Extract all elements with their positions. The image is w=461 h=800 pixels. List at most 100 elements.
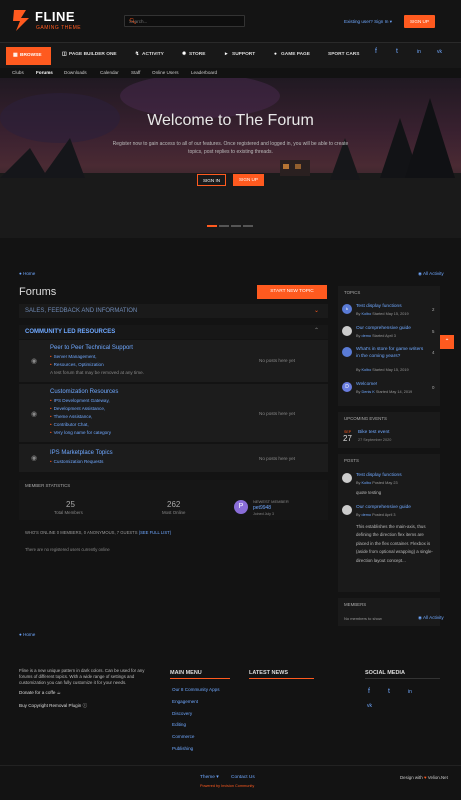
subnav-online-users[interactable]: Online Users [152,70,179,75]
post-title[interactable]: Our comprehensive guide [356,505,411,510]
subnav-forums[interactable]: Forums [36,70,53,75]
facebook-icon[interactable]: f [368,688,370,695]
heart-icon: ♥ [423,775,427,780]
pulse-icon: ↯ [135,52,140,57]
linkedin-icon[interactable]: in [417,49,421,55]
by-label: By [356,368,361,372]
nav-store[interactable]: ✹ STORE [182,52,205,57]
subforum-link[interactable]: • Server Management, [50,354,97,359]
topic-author[interactable]: Kolbo [362,368,372,372]
subnav-downloads[interactable]: Downloads [64,70,87,75]
post-author[interactable]: Kolbo [362,481,372,485]
post-author[interactable]: demo [362,513,372,517]
subforum-label: Customization Requests [53,459,104,464]
all-activity-link-bottom[interactable]: ◉ All Activity [418,615,444,621]
contact-us-link[interactable]: Contact Us [231,775,255,780]
theme-selector[interactable]: Theme ▾ [200,775,219,780]
brand-name[interactable]: FLINE [35,9,75,24]
topic-title[interactable]: What's in store for game writers in the … [356,347,424,360]
post-title[interactable]: Test display functions [356,473,402,478]
subforum-link[interactable]: • IPS Development Gateway, [50,398,110,403]
facebook-icon[interactable]: f [375,48,377,55]
subforum-link[interactable]: • Theme Assistance, [50,414,92,419]
search-input[interactable]: Search... 🔍︎ [124,15,245,27]
subforum-link[interactable]: • Resources, Optimization [50,362,104,367]
topic-item[interactable]: Our comprehensive guide By demo Started … [342,325,436,345]
avatar[interactable]: P [234,500,248,514]
footer-link[interactable]: Our 8 Community Apps [172,687,220,692]
subnav-clubs[interactable]: Clubs [12,70,24,75]
scroll-top-button[interactable]: ⌃ [440,335,454,349]
nav-activity[interactable]: ↯ ACTIVITY [135,52,164,57]
category-title: COMMUNITY LED RESOURCES [25,329,116,335]
topic-title[interactable]: Our comprehensive guide [356,326,411,331]
bullet: • [50,362,52,367]
forum-title[interactable]: Customization Resources [50,389,118,395]
subforum-link[interactable]: • Contributor Chat, [50,422,89,427]
see-full-list-link[interactable]: (SEE FULL LIST) [139,530,171,535]
forum-title[interactable]: Peer to Peer Technical Support [50,345,133,351]
event-title[interactable]: Bike test event [358,430,389,435]
footer-link[interactable]: Discovery [172,711,192,716]
topic-author[interactable]: Kolbo [362,312,372,316]
donate-link[interactable]: Donate for a coffe ☕︎ [19,690,61,696]
nav-browse[interactable]: ▦ BROWSE [6,47,51,65]
slider-dot[interactable] [243,225,253,227]
topic-item[interactable]: What's in store for game writers in the … [342,346,436,376]
topic-title[interactable]: Test display functions [356,304,402,309]
avatar [342,326,352,336]
category-sales-feedback[interactable]: SALES, FEEDBACK AND INFORMATION ⌄ [19,304,328,318]
topic-item[interactable]: k Test display functions By Kolbo Starte… [342,303,436,323]
slider-dot[interactable] [219,225,229,227]
members-widget: MEMBERS No members to show [338,598,440,626]
subforum-link[interactable]: • Development Assistance, [50,406,105,411]
design-by-link[interactable]: Velion.Net [428,775,448,780]
vk-icon[interactable]: vk [367,703,372,709]
nav-sport-cars[interactable]: SPORT CARS [328,52,359,57]
donate-label: Donate for a coffe [19,690,56,695]
all-activity-link[interactable]: ◉ All Activity [418,271,444,277]
subnav-leaderboard[interactable]: Leaderboard [191,70,217,75]
posts-title: POSTS [344,458,359,463]
twitter-icon[interactable]: t [396,48,398,55]
topic-author[interactable]: demo [362,334,372,338]
footer-link[interactable]: Publishing [172,746,193,751]
powered-by-link[interactable]: Powered by Invision Community [200,784,254,788]
nav-game-page[interactable]: ● GAME PAGE [274,52,310,57]
breadcrumb-home-bottom[interactable]: ● Home [19,632,35,637]
search-icon[interactable]: 🔍︎ [129,18,238,25]
subnav-staff[interactable]: Staff [131,70,140,75]
slider-dot[interactable] [231,225,241,227]
design-credit: Design with ♥ Velion.Net [400,775,448,780]
slider-dot-active[interactable] [207,225,217,227]
footer-link[interactable]: Engagement [172,699,198,704]
sign-in-link[interactable]: Existing user? Sign In ▾ [344,19,392,25]
category-community-resources[interactable]: COMMUNITY LED RESOURCES ⌃ [19,325,328,339]
subforum-link[interactable]: • Customization Requests [50,459,103,464]
newest-member-name[interactable]: pet9948 [253,505,271,511]
subnav-calendar[interactable]: Calendar [100,70,119,75]
chevron-down-icon[interactable]: ⌄ [314,307,319,314]
start-new-topic-button[interactable]: START NEW TOPIC [257,285,327,299]
gamepad-icon: ● [274,52,277,57]
linkedin-icon[interactable]: in [408,689,412,695]
copyright-removal-link[interactable]: Buy Copyright Removal Plugin ⓘ [19,703,87,709]
all-activity-label: All Activity [423,271,444,276]
vk-icon[interactable]: vk [437,49,442,55]
nav-page-builder[interactable]: ◫ PAGE BUILDER ONE [62,52,117,57]
forum-title[interactable]: IPS Marketplace Topics [50,450,113,456]
topic-item[interactable]: D Welcome! By Denis K Started May 14, 20… [342,381,436,403]
hero-sign-up-button[interactable]: SIGN UP [233,174,264,186]
topic-author[interactable]: Denis K [362,390,375,394]
nav-support[interactable]: ▸ SUPPORT [225,52,255,57]
subforum-link[interactable]: • Very long name for category [50,430,111,435]
sign-up-button[interactable]: SIGN UP [404,15,435,28]
chevron-up-icon[interactable]: ⌃ [314,327,319,334]
topic-title[interactable]: Welcome! [356,382,377,387]
breadcrumb-home[interactable]: ● Home [19,271,35,276]
hero-sign-in-button[interactable]: SIGN IN [197,174,226,186]
lightning-logo-icon[interactable] [12,8,32,32]
twitter-icon[interactable]: t [388,688,390,695]
footer-link[interactable]: Editing [172,722,186,727]
footer-link[interactable]: Commerce [172,734,194,739]
